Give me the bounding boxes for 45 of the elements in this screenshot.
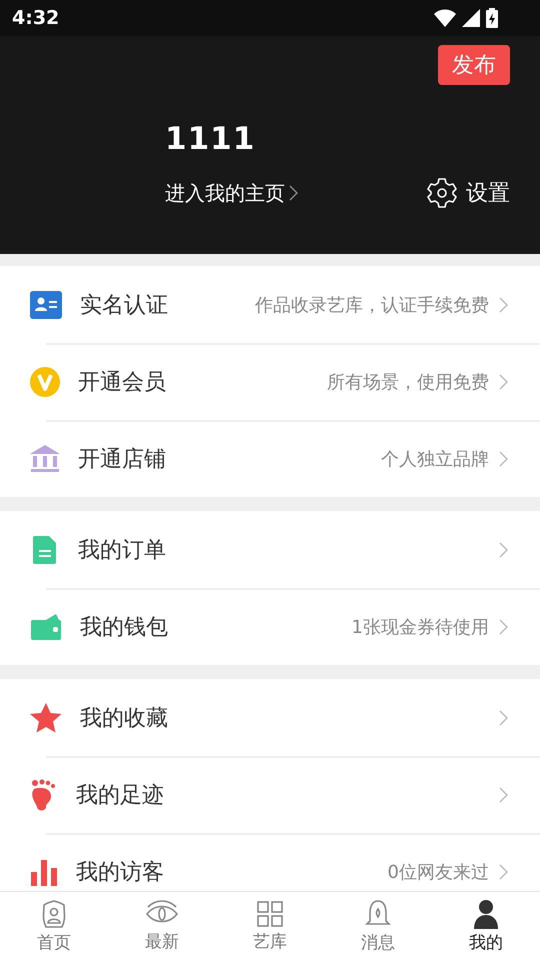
chevron-icon (499, 786, 508, 802)
menu-item-label[interactable]: 我的钱包 (80, 612, 352, 642)
menu-item-hint: 0位网友来过 (388, 860, 489, 884)
username: 1111 (165, 121, 256, 157)
grid-icon (256, 900, 284, 928)
status-time: 4:32 (12, 7, 60, 29)
chevron-icon (499, 542, 508, 558)
settings-icon (426, 177, 458, 209)
chevron-icon (499, 296, 508, 312)
menu-item-label[interactable]: 开通会员 (78, 366, 327, 396)
vip-coin-icon (30, 366, 60, 396)
nav-tab[interactable]: 最新 (108, 892, 216, 960)
battery-icon (486, 8, 498, 28)
chevron-icon (499, 450, 508, 466)
nav-tab[interactable]: 首页 (0, 892, 108, 960)
menu-item-hint: 个人独立品牌 (381, 448, 489, 470)
menu-item-label[interactable]: 我的收藏 (80, 702, 499, 732)
menu-item-hint: 所有场景，使用免费 (327, 370, 489, 394)
menu-item-hint: 1张现金券待使用 (352, 616, 489, 638)
menu-item-label[interactable]: 我的订单 (78, 534, 499, 564)
publish-button[interactable]: 发布 (438, 45, 510, 85)
user-icon (472, 898, 500, 928)
homepage-link[interactable]: 进入我的主页 (165, 180, 298, 206)
nav-tab[interactable]: 艺库 (216, 892, 324, 960)
chevron-icon (499, 710, 508, 726)
nav-tab[interactable]: 消息 (324, 892, 432, 960)
nav-tab[interactable]: 我的 (432, 892, 540, 960)
menu-item-label[interactable]: 开通店铺 (78, 444, 381, 474)
wallet-icon (30, 614, 62, 640)
chevron-icon (289, 185, 298, 201)
footprint-icon (30, 778, 58, 810)
id-card-icon (30, 290, 62, 318)
menu-item-label[interactable]: 我的足迹 (76, 780, 499, 810)
chevron-icon (499, 618, 508, 634)
menu-item-hint: 作品收录艺库，认证手续免费 (255, 294, 489, 316)
bar-chart-icon (30, 858, 58, 886)
signal-icon (462, 9, 480, 27)
menu-item-label[interactable]: 我的访客 (76, 856, 388, 886)
settings-button[interactable]: 设置 (426, 177, 510, 209)
star-icon (30, 702, 62, 732)
chevron-icon (499, 374, 508, 390)
wifi-icon (434, 9, 456, 27)
bank-icon (30, 445, 60, 472)
menu-item-label[interactable]: 实名认证 (80, 290, 255, 320)
chevron-icon (499, 864, 508, 880)
